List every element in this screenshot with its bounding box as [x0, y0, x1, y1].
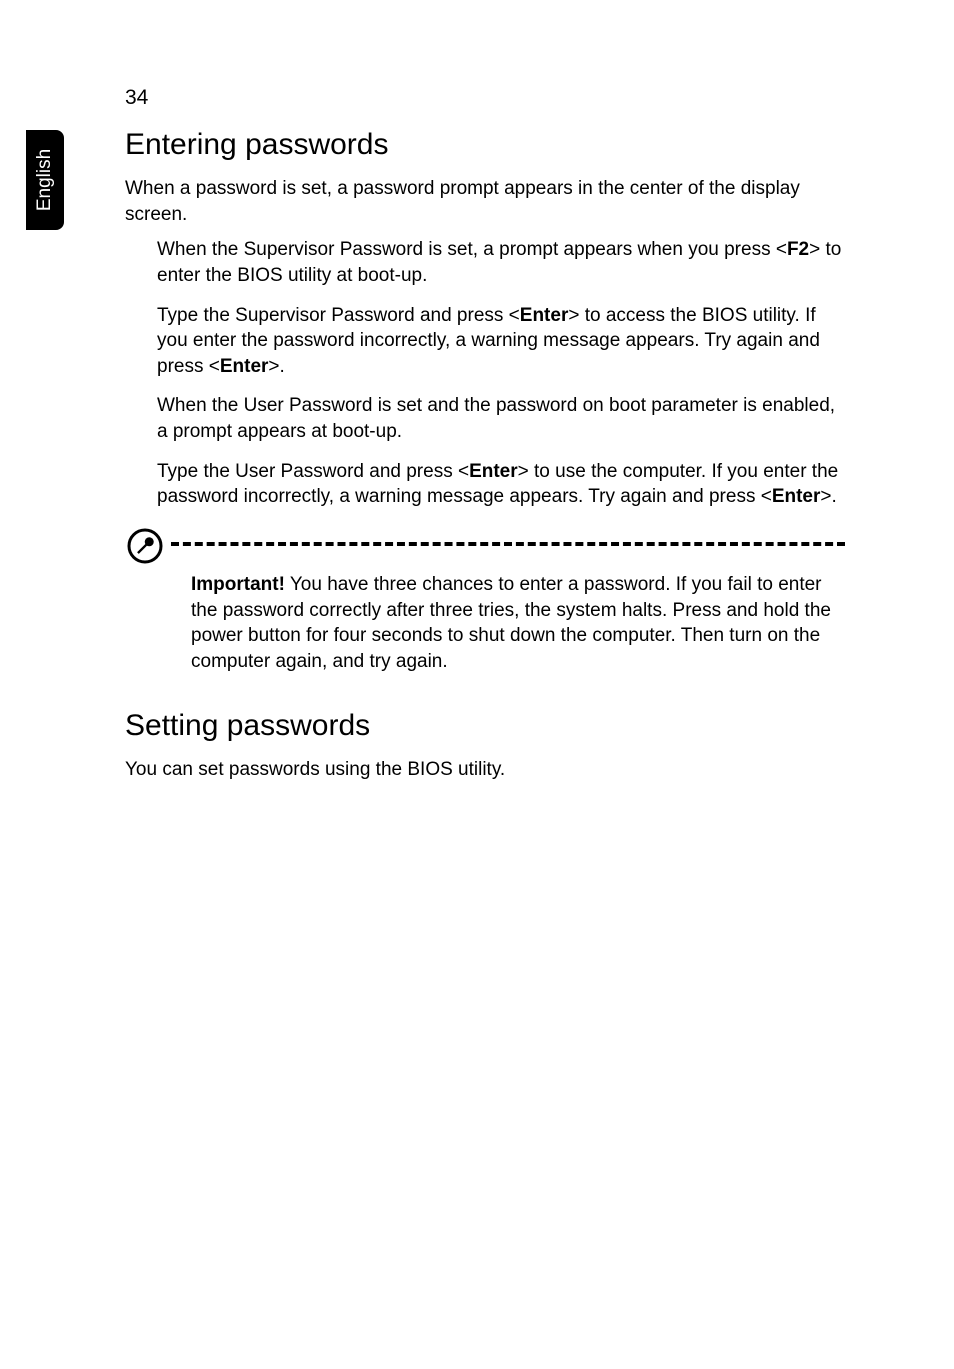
list-item: Type the Supervisor Password and press <… [157, 303, 845, 380]
language-label: English [34, 149, 56, 211]
note-lead: Important! [191, 574, 285, 595]
heading-entering-passwords: Entering passwords [125, 128, 845, 162]
key-label: Enter [220, 356, 269, 377]
dashed-divider [171, 542, 845, 546]
text-run: When the Supervisor Password is set, a p… [157, 239, 787, 260]
note-separator-row [125, 524, 845, 566]
text-run: >. [820, 486, 836, 507]
language-side-tab: English [26, 130, 64, 230]
key-label: Enter [520, 305, 569, 326]
page-content: Entering passwords When a password is se… [125, 128, 845, 792]
key-label: Enter [469, 461, 518, 482]
text-run: Type the User Password and press < [157, 461, 469, 482]
page-number: 34 [125, 86, 148, 110]
document-page: English 34 Entering passwords When a pas… [0, 0, 954, 1369]
body-paragraph: You can set passwords using the BIOS uti… [125, 757, 845, 783]
note-body: You have three chances to enter a passwo… [191, 574, 831, 672]
list-item: When the User Password is set and the pa… [157, 393, 845, 444]
heading-setting-passwords: Setting passwords [125, 709, 845, 743]
key-label: F2 [787, 239, 809, 260]
list-item: When the Supervisor Password is set, a p… [157, 237, 845, 288]
text-run: When the User Password is set and the pa… [157, 395, 835, 442]
list-item: Type the User Password and press <Enter>… [157, 459, 845, 510]
text-run: Type the Supervisor Password and press < [157, 305, 520, 326]
note-block: Important! You have three chances to ent… [125, 572, 845, 675]
intro-paragraph: When a password is set, a password promp… [125, 176, 845, 227]
text-run: >. [268, 356, 284, 377]
pin-icon [125, 524, 165, 566]
list-block: When the Supervisor Password is set, a p… [125, 237, 845, 510]
key-label: Enter [772, 486, 821, 507]
note-paragraph: Important! You have three chances to ent… [191, 572, 837, 675]
